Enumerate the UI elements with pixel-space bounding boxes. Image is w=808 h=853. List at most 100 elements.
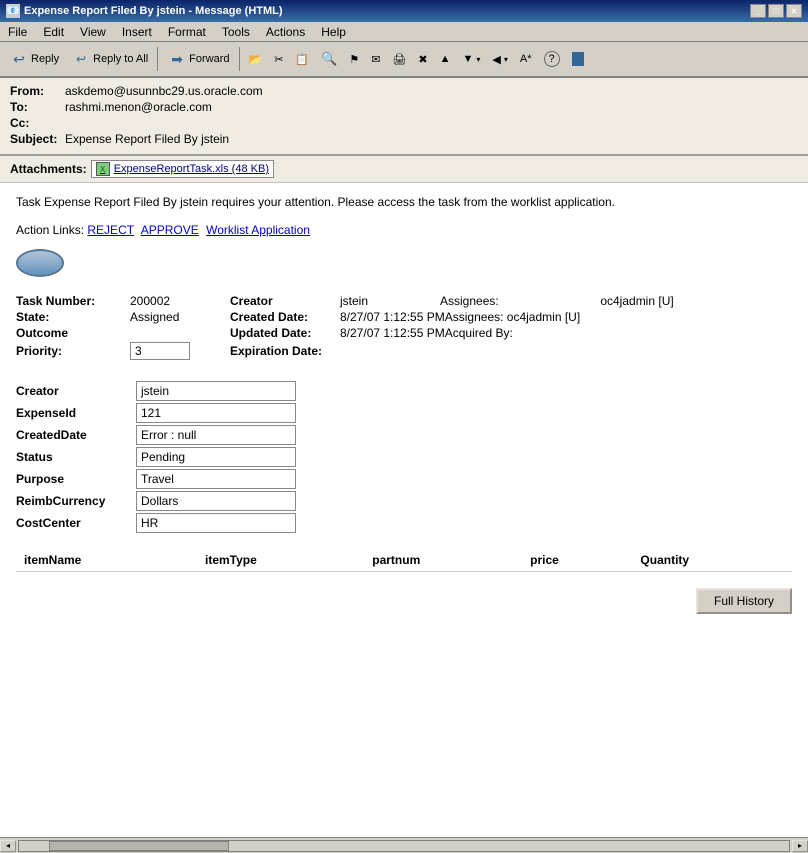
flag-button[interactable]: ⚑ xyxy=(344,45,364,73)
assignees-value-inline: oc4jadmin [U] xyxy=(507,310,580,324)
form-field-2: Error : null xyxy=(136,425,296,445)
attachments-row: Attachments: X ExpenseReportTask.xls (48… xyxy=(0,156,808,183)
state-label: State: xyxy=(16,309,126,325)
up-icon: ▲ xyxy=(440,53,451,65)
form-row-1: ExpenseId121 xyxy=(16,403,792,423)
form-label-6: CostCenter xyxy=(16,516,136,530)
menu-view[interactable]: View xyxy=(72,23,114,41)
priority-cell xyxy=(126,341,226,361)
form-field-1: 121 xyxy=(136,403,296,423)
scroll-left-button[interactable]: ◂ xyxy=(0,840,16,852)
state-value: Assigned xyxy=(126,309,226,325)
reply-to-all-button[interactable]: ↩ Reply to All xyxy=(66,45,153,73)
form-fields-section: CreatorjsteinExpenseId121 CreatedDateErro… xyxy=(16,381,792,533)
creator-label: Creator xyxy=(226,293,336,309)
reject-link[interactable]: REJECT xyxy=(87,223,134,237)
close-button[interactable]: × xyxy=(786,4,802,18)
forward-button[interactable]: ➡ Forward xyxy=(162,45,234,73)
outcome-label: Outcome xyxy=(16,325,126,341)
body-main-text: Task Expense Report Filed By jstein requ… xyxy=(16,193,792,211)
open-button[interactable]: 📂 xyxy=(244,45,268,73)
acquired-by-label: Acquired By: xyxy=(445,326,513,340)
task-details-table: Task Number: 200002 Creator jstein Assig… xyxy=(16,293,792,361)
delete-button[interactable]: ✖ xyxy=(413,45,432,73)
prev-icon: ◀ xyxy=(492,53,500,66)
form-row-5: ReimbCurrencyDollars xyxy=(16,491,792,511)
priority-input[interactable] xyxy=(130,342,190,360)
up-button[interactable]: ▲ xyxy=(435,45,456,73)
menu-help[interactable]: Help xyxy=(313,23,354,41)
priority-label: Priority: xyxy=(16,341,126,361)
task-details-section: Task Number: 200002 Creator jstein Assig… xyxy=(16,293,792,361)
menu-format[interactable]: Format xyxy=(160,23,214,41)
col-item-name: itemName xyxy=(16,549,197,572)
window-controls[interactable]: _ □ × xyxy=(750,4,802,18)
title-bar: 📧 Expense Report Filed By jstein - Messa… xyxy=(0,0,808,22)
email-header: From: askdemo@usunnbc29.us.oracle.com To… xyxy=(0,78,808,156)
task-number-label: Task Number: xyxy=(16,293,126,309)
worklist-link[interactable]: Worklist Application xyxy=(206,223,310,237)
mail-button[interactable]: ✉ xyxy=(366,45,385,73)
data-table-section: itemName itemType partnum price Quantity xyxy=(16,549,792,572)
scroll-right-button[interactable]: ▸ xyxy=(792,840,808,852)
form-label-2: CreatedDate xyxy=(16,428,136,442)
expiration-date-value xyxy=(336,341,792,361)
form-label-4: Purpose xyxy=(16,472,136,486)
open-icon: 📂 xyxy=(249,53,263,66)
full-history-button[interactable]: Full History xyxy=(696,588,792,614)
maximize-button[interactable]: □ xyxy=(768,4,784,18)
attachments-label: Attachments: xyxy=(10,162,87,176)
down-button[interactable]: ▼ ▾ xyxy=(457,45,485,73)
history-button-container: Full History xyxy=(16,588,792,622)
approve-link[interactable]: APPROVE xyxy=(141,223,199,237)
down-icon: ▼ xyxy=(462,53,473,65)
menu-tools[interactable]: Tools xyxy=(214,23,258,41)
form-row-0: Creatorjstein xyxy=(16,381,792,401)
minimize-button[interactable]: _ xyxy=(750,4,766,18)
toolbar-separator-2 xyxy=(239,47,240,71)
print-button[interactable]: ✂ xyxy=(269,45,288,73)
prev-button[interactable]: ◀ ▾ xyxy=(487,45,512,73)
form-field-0: jstein xyxy=(136,381,296,401)
form-field-3: Pending xyxy=(136,447,296,467)
forward-icon: ➡ xyxy=(167,49,187,69)
scrollbar-track[interactable] xyxy=(18,840,790,852)
assignees-value: oc4jadmin [U] xyxy=(596,293,792,309)
table-header-row: itemName itemType partnum price Quantity xyxy=(16,549,792,572)
menu-actions[interactable]: Actions xyxy=(258,23,313,41)
task-row-2: State: Assigned Created Date: 8/27/07 1:… xyxy=(16,309,792,325)
prev-dropdown-arrow-icon: ▾ xyxy=(504,55,508,64)
text-size-button[interactable]: A* xyxy=(515,45,537,73)
text-size-icon: A* xyxy=(520,53,532,65)
col-partnum: partnum xyxy=(364,549,522,572)
menu-edit[interactable]: Edit xyxy=(35,23,72,41)
from-value: askdemo@usunnbc29.us.oracle.com xyxy=(65,84,263,98)
attachment-file[interactable]: X ExpenseReportTask.xls (48 KB) xyxy=(91,160,274,178)
extra-button[interactable] xyxy=(567,45,589,73)
menu-insert[interactable]: Insert xyxy=(114,23,160,41)
task-row-4: Priority: Expiration Date: xyxy=(16,341,792,361)
expiration-date-label: Expiration Date: xyxy=(226,341,336,361)
dropdown-arrow-icon: ▾ xyxy=(476,55,480,64)
find-button[interactable]: 🔍 xyxy=(316,45,342,73)
menu-file[interactable]: File xyxy=(0,23,35,41)
to-value: rashmi.menon@oracle.com xyxy=(65,100,212,114)
horizontal-scrollbar[interactable]: ◂ ▸ xyxy=(0,837,808,853)
scrollbar-thumb[interactable] xyxy=(49,841,229,851)
attachment-filename[interactable]: ExpenseReportTask.xls (48 KB) xyxy=(114,163,269,175)
help-icon: ? xyxy=(544,51,560,67)
copy-button[interactable]: 📋 xyxy=(290,45,314,73)
cc-row: Cc: xyxy=(10,116,798,130)
flag-icon: ⚑ xyxy=(349,53,359,66)
menu-bar: File Edit View Insert Format Tools Actio… xyxy=(0,22,808,42)
updated-date-value: 8/27/07 1:12:55 PM xyxy=(340,326,445,340)
created-date-value: 8/27/07 1:12:55 PM xyxy=(340,310,445,324)
assignees-label: Assignees: xyxy=(436,293,596,309)
reply-all-icon: ↩ xyxy=(71,49,91,69)
mail-icon: ✉ xyxy=(371,53,380,66)
reply-button[interactable]: ↩ Reply xyxy=(4,45,64,73)
form-field-5: Dollars xyxy=(136,491,296,511)
help-button[interactable]: ? xyxy=(539,45,565,73)
email-body: Task Expense Report Filed By jstein requ… xyxy=(0,183,808,837)
print2-button[interactable]: 🖨 xyxy=(387,45,411,73)
